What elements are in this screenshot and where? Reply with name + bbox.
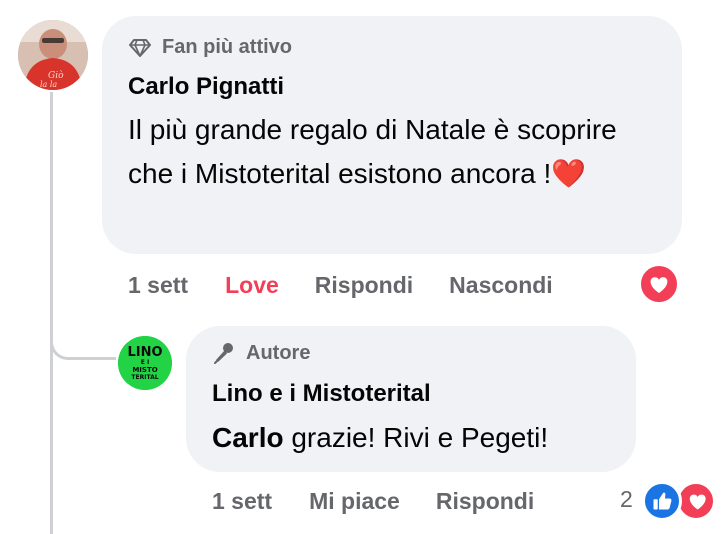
svg-text:la la: la la bbox=[40, 80, 57, 89]
reply-button[interactable]: Rispondi bbox=[315, 272, 413, 299]
microphone-icon bbox=[214, 343, 233, 364]
love-reaction-button[interactable]: Love bbox=[225, 272, 279, 299]
comment-text: Il più grande regalo di Natale è scoprir… bbox=[128, 108, 668, 196]
comment-body: Il più grande regalo di Natale è scoprir… bbox=[128, 114, 617, 189]
author-badge: Autore bbox=[212, 341, 310, 365]
svg-text:MISTO: MISTO bbox=[132, 366, 157, 374]
like-button[interactable]: Mi piace bbox=[309, 488, 400, 515]
mention-link[interactable]: Carlo bbox=[212, 422, 284, 453]
top-fan-badge: Fan più attivo bbox=[128, 36, 292, 59]
badge-label: Fan più attivo bbox=[162, 36, 292, 58]
heart-emoji: ❤️ bbox=[551, 158, 587, 189]
love-icon[interactable] bbox=[638, 263, 680, 305]
reply-text: Carlo grazie! Rivi e Pegeti! bbox=[212, 416, 548, 460]
reply-body: grazie! Rivi e Pegeti! bbox=[283, 422, 549, 453]
heart-icon bbox=[650, 277, 668, 293]
thumbs-up-icon bbox=[653, 492, 672, 510]
badge-label: Autore bbox=[246, 341, 311, 364]
like-icon[interactable] bbox=[642, 481, 682, 521]
avatar-carlo-pignatti[interactable]: Giò la la bbox=[18, 20, 88, 90]
svg-text:E I: E I bbox=[141, 359, 149, 366]
page-logo: LINO E I MISTO TERITAL bbox=[118, 336, 172, 390]
profile-photo: Giò la la bbox=[18, 20, 88, 90]
reply-button[interactable]: Rispondi bbox=[436, 488, 534, 515]
reply-actions: 1 sett Mi piace Rispondi bbox=[212, 488, 534, 515]
svg-text:TERITAL: TERITAL bbox=[131, 374, 158, 381]
hide-button[interactable]: Nascondi bbox=[449, 272, 553, 299]
svg-text:LINO: LINO bbox=[127, 345, 162, 360]
timestamp-link[interactable]: 1 sett bbox=[128, 272, 188, 299]
love-icon[interactable] bbox=[676, 481, 716, 521]
author-name[interactable]: Lino e i Mistoterital bbox=[212, 380, 431, 408]
comment-actions: 1 sett Love Rispondi Nascondi bbox=[128, 272, 553, 299]
timestamp-link[interactable]: 1 sett bbox=[212, 488, 272, 515]
avatar-lino-mistoterital[interactable]: LINO E I MISTO TERITAL bbox=[118, 336, 172, 390]
heart-icon bbox=[689, 494, 706, 510]
reply-connector bbox=[50, 300, 116, 360]
reaction-count[interactable]: 2 bbox=[620, 486, 633, 513]
diamond-icon bbox=[129, 38, 151, 57]
author-name[interactable]: Carlo Pignatti bbox=[128, 73, 284, 101]
